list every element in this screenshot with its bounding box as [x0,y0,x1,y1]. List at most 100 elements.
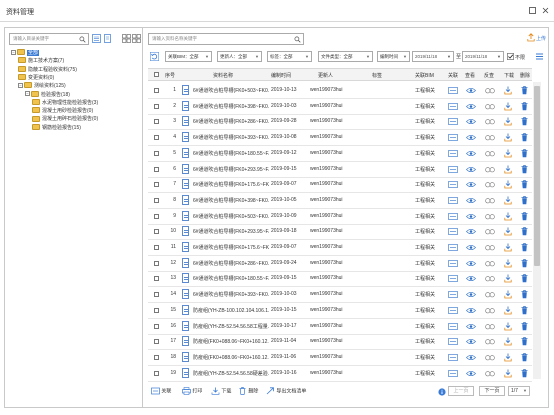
reverse-check-icon[interactable] [485,87,495,94]
trash-icon[interactable] [521,211,528,221]
row-checkbox[interactable] [154,197,159,203]
link-icon[interactable] [448,197,458,204]
trash-icon[interactable] [521,368,528,378]
reverse-check-icon[interactable] [485,275,495,282]
reverse-check-icon[interactable] [485,197,495,204]
reverse-check-icon[interactable] [485,338,495,345]
download-icon[interactable] [504,133,512,142]
tree-item[interactable]: − 全部 [11,49,40,57]
close-icon[interactable] [541,6,550,15]
row-name[interactable]: 6#通道吹合桩导槽(FK0+175.6~FK... [193,244,269,251]
view-icon[interactable] [466,134,476,141]
table-row[interactable]: 10 6#通道吹合桩导槽(FK0+293.95~F... 2019-09-18 wen… [148,224,532,241]
view-icon[interactable] [466,181,476,188]
trash-icon[interactable] [521,306,528,315]
reverse-check-icon[interactable] [485,103,495,110]
link-icon[interactable] [448,338,458,345]
download-icon[interactable] [504,212,512,221]
row-checkbox[interactable] [154,292,159,298]
row-name[interactable]: 6#通道吹合桩导槽(FK0+286~FK0... [193,260,269,267]
row-checkbox[interactable] [154,88,159,93]
row-name[interactable]: 6#通道吹合桩导槽(FK0+293.95~F... [193,228,269,235]
trash-icon[interactable] [521,353,528,362]
link-icon[interactable] [448,134,458,141]
link-icon[interactable] [448,181,458,188]
link-icon[interactable] [448,244,458,251]
refresh-icon[interactable] [150,52,159,61]
row-checkbox[interactable] [154,307,159,313]
reverse-check-icon[interactable] [485,213,495,220]
reverse-check-icon[interactable] [485,166,495,173]
download-icon[interactable] [504,102,512,111]
reverse-check-icon[interactable] [485,228,495,235]
collapse-toggle-icon[interactable]: − [11,49,16,55]
row-name[interactable]: 6#通道吹合桩导槽(FK0+180.55~F... [193,150,269,157]
reverse-check-icon[interactable] [485,291,495,298]
view-icon[interactable] [466,166,476,173]
table-row[interactable]: 9 6#通道吹合桩导槽(FK0+503~FK0... 2019-10-09 wen19… [148,209,532,225]
bim-filter-select[interactable]: 关联BIM：全部 ▼ [165,51,212,62]
row-name[interactable]: 6#通道吹合桩导槽(FK0+398~FK0... [193,197,269,204]
table-row[interactable]: 12 6#通道吹合桩导槽(FK0+286~FK0... 2019-09-24 wen1… [148,256,532,272]
tree-item[interactable]: 施工技术方案(7) [18,57,64,65]
row-name[interactable]: 防疫组(FK0+088.06~FK0+160.12... [193,338,269,345]
download-icon[interactable] [504,117,512,126]
row-name[interactable]: 6#通道吹合桩导槽(FK0+398~FK0... [193,103,269,110]
view-icon[interactable] [466,228,476,235]
tree-item[interactable]: 隐蔽工程验收资料(75) [18,65,77,74]
table-row[interactable]: 16 防疫组(YH-ZB-52.54.56.58工程量... 2019-10-17 w… [148,319,532,335]
tree-item[interactable]: 混凝土用碎石检验报告(0) [32,115,98,123]
link-icon[interactable] [448,212,458,220]
trash-icon[interactable] [521,149,528,158]
reverse-check-icon[interactable] [485,260,495,267]
reverse-check-icon[interactable] [485,118,495,125]
trash-icon[interactable] [521,258,528,268]
search-icon[interactable] [79,36,86,43]
tree-item[interactable]: 混凝土用砂检验报告(0) [32,107,93,115]
link-icon[interactable] [448,369,458,377]
collapse-toggle-icon[interactable]: − [18,82,23,88]
table-row[interactable]: 19 防疫组(YH-ZB-52.54.56.58硬差验... 2019-10-16 w… [148,366,532,382]
row-name[interactable]: 6#通道吹合桩导槽(FK0+293.95~F... [193,166,269,173]
row-checkbox[interactable] [154,245,159,250]
link-icon[interactable] [448,322,458,330]
row-name[interactable]: 6#通道吹合桩导槽(FK0+503~FK0... [193,87,269,94]
row-checkbox[interactable] [154,213,159,219]
link-icon[interactable] [448,87,458,94]
view-icon[interactable] [466,323,476,330]
expand-all-icon[interactable] [122,34,131,43]
row-checkbox[interactable] [154,370,159,376]
print-button[interactable]: 打印 [182,387,202,395]
reverse-check-icon[interactable] [485,323,495,330]
download-icon[interactable] [504,369,512,378]
view-icon[interactable] [466,370,476,377]
updater-filter-select[interactable]: 更新人：全部 ▼ [217,51,262,62]
document-search-input[interactable]: 请输入资料名称关键字 [148,33,304,45]
table-row[interactable]: 1 6#通道吹合桩导槽(FK0+503~FK0... 2019-10-13 wen19… [148,83,532,99]
view-icon[interactable] [466,150,476,157]
download-icon[interactable] [504,306,512,315]
row-name[interactable]: 6#通道吹合桩导槽(FK0+286~FK0... [193,118,269,125]
table-row[interactable]: 17 防疫组(FK0+088.06~FK0+160.12... 2019-11-04… [148,334,532,351]
view-icon[interactable] [466,87,476,94]
view-icon[interactable] [466,103,476,110]
prev-page-button[interactable]: 上一页 [448,386,474,396]
table-row[interactable]: 11 6#通道吹合桩导槽(FK0+175.6~FK... 2019-09-07 wen… [148,240,532,256]
link-icon[interactable] [448,118,458,126]
row-name[interactable]: 6#通道吹合桩导槽(FK0+175.6~FK... [193,181,269,188]
view-icon[interactable] [466,213,476,220]
search-icon[interactable] [294,36,301,43]
view-icon[interactable] [466,244,476,251]
row-checkbox[interactable] [154,276,159,282]
row-checkbox[interactable] [154,323,159,329]
tag-filter-select[interactable]: 标签：全部 ▼ [267,51,312,62]
trash-icon[interactable] [521,196,528,205]
table-row[interactable]: 7 6#通道吹合桩导槽(FK0+175.6~FK... 2019-09-07 wen1… [148,177,532,194]
trash-icon[interactable] [521,133,528,142]
row-name[interactable]: 防疫组(FK0+088.06~FK0+160.12... [193,354,269,361]
download-icon[interactable] [504,180,512,189]
link-icon[interactable] [448,306,458,314]
row-checkbox[interactable] [154,135,159,141]
row-checkbox[interactable] [154,229,159,235]
view-icon[interactable] [466,118,476,125]
